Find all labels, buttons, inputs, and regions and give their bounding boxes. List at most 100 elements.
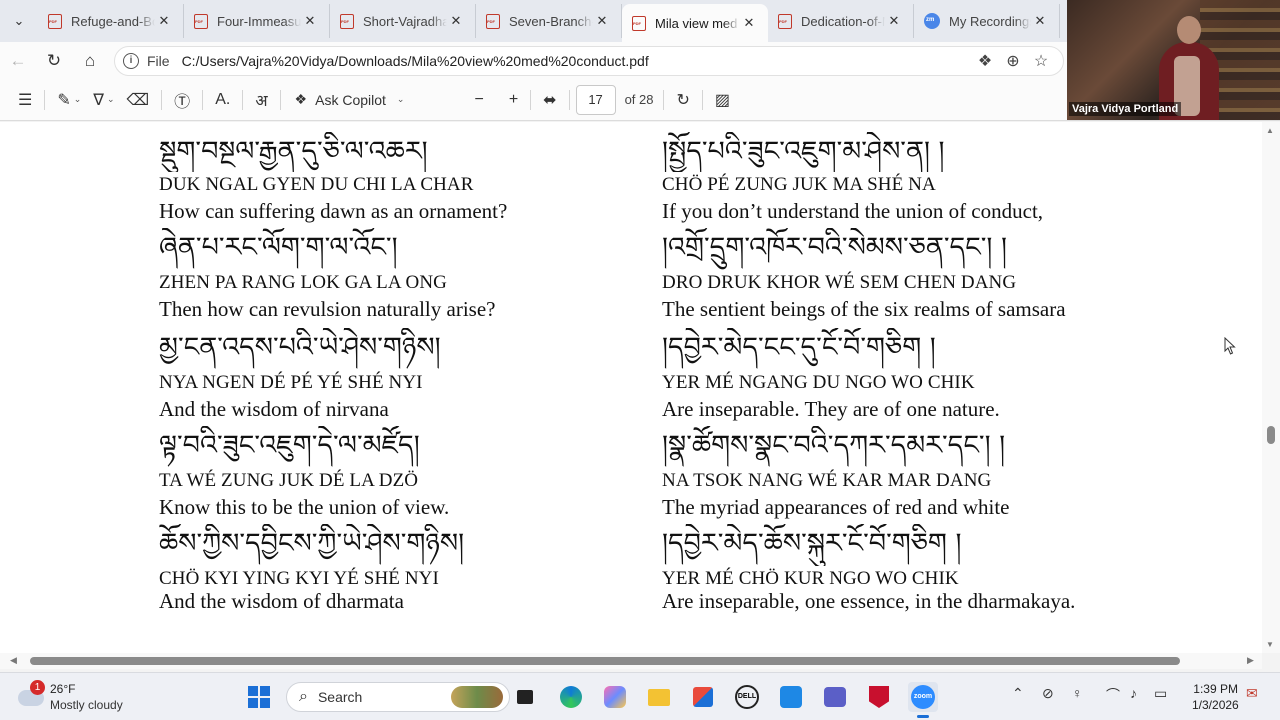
- tibetan-line: །དབྱེར་མེད་ཆོས་སྐུར་ངོ་བོ་གཅིག །: [662, 528, 962, 559]
- tab-actions-menu-icon[interactable]: ⌄: [0, 0, 38, 42]
- volume-icon[interactable]: ♪: [1130, 685, 1137, 701]
- scrollbar-thumb[interactable]: [30, 657, 1180, 665]
- zoom-in-icon[interactable]: +: [503, 85, 524, 115]
- scroll-right-arrow-icon[interactable]: ▶: [1247, 655, 1254, 666]
- close-icon[interactable]: ✕: [885, 13, 903, 29]
- clock-date: 1/3/2026: [1192, 698, 1239, 712]
- page-view-icon[interactable]: ▨: [709, 85, 736, 115]
- zoom-magnifier-icon[interactable]: ⊕: [999, 51, 1027, 71]
- app-icon[interactable]: [776, 682, 806, 712]
- transliteration-line: NYA NGEN DÉ PÉ YÉ SHÉ NYI: [159, 372, 423, 393]
- divider: [701, 89, 703, 110]
- draw-icon[interactable]: ∇ ⌄: [87, 85, 120, 115]
- copilot-icon[interactable]: ❖: [971, 51, 999, 71]
- translate-icon[interactable]: अ: [249, 85, 273, 115]
- verse: སྡུག་བསྔལ་རྒྱན་དུ་ཅི་ལ་འཆར། DUK NGAL GYE…: [159, 132, 619, 224]
- verse: ལྟ་བའི་ཟུང་འཇུག་དེ་ལ་མཛོད། TA WÉ ZUNG JU…: [159, 426, 619, 520]
- ask-copilot-button[interactable]: ❖ Ask Copilot ⌄: [287, 91, 413, 108]
- tab-dedication[interactable]: Dedication-of-Merit ✕: [768, 4, 914, 38]
- tab-title: My Recordings: [949, 13, 1031, 29]
- task-view-icon[interactable]: [510, 682, 540, 712]
- tibetan-line: །སྤྱོད་པའི་ཟུང་འཇུག་མ་ཤེས་ན། །: [662, 136, 945, 167]
- notification-center-icon[interactable]: ✉: [1246, 685, 1258, 702]
- tab-short-vajradhara[interactable]: Short-Vajradhara ✕: [330, 4, 476, 38]
- zoom-app-icon: [924, 13, 940, 29]
- zoom-video-thumbnail[interactable]: Vajra Vidya Portland: [1067, 0, 1280, 120]
- eraser-icon[interactable]: ⌫: [121, 85, 156, 115]
- tab-seven-branch[interactable]: Seven-Branch-Prayer ✕: [476, 4, 622, 38]
- weather-temperature: 26°F: [50, 682, 76, 696]
- zoom-out-icon[interactable]: −: [468, 85, 489, 115]
- scroll-up-arrow-icon[interactable]: ▲: [1266, 126, 1274, 135]
- chevron-up-icon[interactable]: ⌃: [1012, 685, 1024, 702]
- taskbar: 1 26°F Mostly cloudy ⌕ Search DELL zoom …: [0, 672, 1280, 720]
- pdf-file-icon: [486, 13, 500, 29]
- scrollbar-thumb[interactable]: [1267, 426, 1275, 444]
- tab-refuge[interactable]: Refuge-and-Bodhicitta ✕: [38, 4, 184, 38]
- text-box-icon[interactable]: Ⓣ: [168, 85, 196, 115]
- system-clock[interactable]: 1:39 PM 1/3/2026: [1192, 681, 1239, 713]
- microsoft-store-icon[interactable]: [688, 682, 718, 712]
- highlight-icon[interactable]: ✎ ⌄: [51, 85, 87, 115]
- camera-off-icon[interactable]: ⊘: [1042, 685, 1054, 702]
- tab-mila-view[interactable]: Mila view med conduct ✕: [622, 4, 768, 42]
- close-icon[interactable]: ✕: [301, 13, 319, 29]
- url-text[interactable]: C:/Users/Vajra%20Vidya/Downloads/Mila%20…: [182, 53, 649, 69]
- transliteration-line: YER MÉ NGANG DU NGO WO CHIK: [662, 372, 975, 393]
- back-arrow-icon[interactable]: ←: [0, 51, 36, 71]
- scroll-left-arrow-icon[interactable]: ◀: [10, 655, 17, 666]
- close-icon[interactable]: ✕: [593, 13, 611, 29]
- teams-icon[interactable]: [820, 682, 850, 712]
- page-total: of 28: [624, 92, 654, 107]
- dell-icon[interactable]: DELL: [732, 682, 762, 712]
- participant-name: Vajra Vidya Portland: [1069, 102, 1182, 116]
- battery-icon[interactable]: ▭: [1154, 685, 1167, 702]
- tibetan-line: སྡུག་བསྔལ་རྒྱན་དུ་ཅི་ལ་འཆར།: [159, 136, 428, 167]
- home-icon[interactable]: ⌂: [72, 51, 108, 71]
- tab-my-recordings[interactable]: My Recordings ✕: [914, 4, 1060, 38]
- tab-title: Seven-Branch-Prayer: [509, 13, 593, 29]
- horizontal-scrollbar[interactable]: ◀ ▶: [0, 653, 1262, 669]
- verse: མྱ་ངན་འདས་པའི་ཡེ་ཤེས་གཉིས། NYA NGEN DÉ P…: [159, 328, 619, 422]
- scroll-down-arrow-icon[interactable]: ▼: [1266, 640, 1274, 649]
- fit-to-width-icon[interactable]: ⬌: [537, 85, 562, 115]
- file-explorer-icon[interactable]: [644, 682, 674, 712]
- close-icon[interactable]: ✕: [1031, 13, 1049, 29]
- table-of-contents-icon[interactable]: ☰: [12, 85, 38, 115]
- tibetan-line: །སྣ་ཚོགས་སྣང་བའི་དཀར་དམར་དང་། །: [662, 430, 1006, 461]
- pdf-page[interactable]: སྡུག་བསྔལ་རྒྱན་དུ་ཅི་ལ་འཆར། DUK NGAL GYE…: [0, 122, 1262, 653]
- vertical-scrollbar[interactable]: ▲ ▼: [1262, 122, 1280, 653]
- weather-widget[interactable]: 1 26°F Mostly cloudy: [18, 680, 168, 714]
- refresh-icon[interactable]: ↻: [36, 51, 72, 71]
- mouse-pointer-icon: [1224, 337, 1236, 355]
- zoom-taskbar-icon[interactable]: zoom: [908, 682, 938, 718]
- favorite-star-icon[interactable]: ☆: [1027, 51, 1055, 71]
- transliteration-line: NA TSOK NANG WÉ KAR MAR DANG: [662, 470, 992, 491]
- close-icon[interactable]: ✕: [740, 15, 758, 31]
- mcafee-icon[interactable]: [864, 682, 894, 712]
- read-aloud-icon[interactable]: A.: [209, 85, 236, 115]
- microphone-icon[interactable]: ♀: [1072, 685, 1083, 701]
- rotate-icon[interactable]: ↻: [670, 85, 695, 115]
- verse: །འགྲོ་དྲུག་འཁོར་བའི་སེམས་ཅན་དང་། ། DRO D…: [662, 228, 1122, 322]
- info-icon[interactable]: i: [123, 52, 139, 69]
- tibetan-line: །འགྲོ་དྲུག་འཁོར་བའི་སེམས་ཅན་དང་། །: [662, 232, 1007, 263]
- tab-four-immeasurables[interactable]: Four-Immeasurables ✕: [184, 4, 330, 38]
- close-icon[interactable]: ✕: [447, 13, 465, 29]
- page-number-input[interactable]: 17: [575, 84, 616, 115]
- tibetan-line: །དབྱེར་མེད་ངང་དུ་ངོ་བོ་གཅིག །: [662, 332, 936, 363]
- tibetan-line: ཆོས་ཀྱིས་དབྱིངས་ཀྱི་ཡེ་ཤེས་གཉིས།: [159, 528, 465, 559]
- transliteration-line: CHÖ PÉ ZUNG JUK MA SHÉ NA: [662, 174, 936, 195]
- taskbar-search[interactable]: ⌕ Search: [286, 682, 510, 712]
- copilot-app-icon[interactable]: [600, 682, 630, 712]
- divider: [568, 89, 570, 110]
- chevron-down-icon: ⌄: [396, 94, 405, 104]
- wifi-icon[interactable]: ⌒: [1106, 685, 1120, 705]
- address-input[interactable]: i File C:/Users/Vajra%20Vidya/Downloads/…: [114, 45, 1064, 76]
- translation-line: Are inseparable. They are of one nature.: [662, 397, 1000, 421]
- close-icon[interactable]: ✕: [155, 13, 173, 29]
- divider: [530, 89, 532, 110]
- windows-start-icon[interactable]: [244, 682, 274, 712]
- pdf-file-icon: [48, 13, 62, 29]
- edge-browser-icon[interactable]: [556, 682, 586, 712]
